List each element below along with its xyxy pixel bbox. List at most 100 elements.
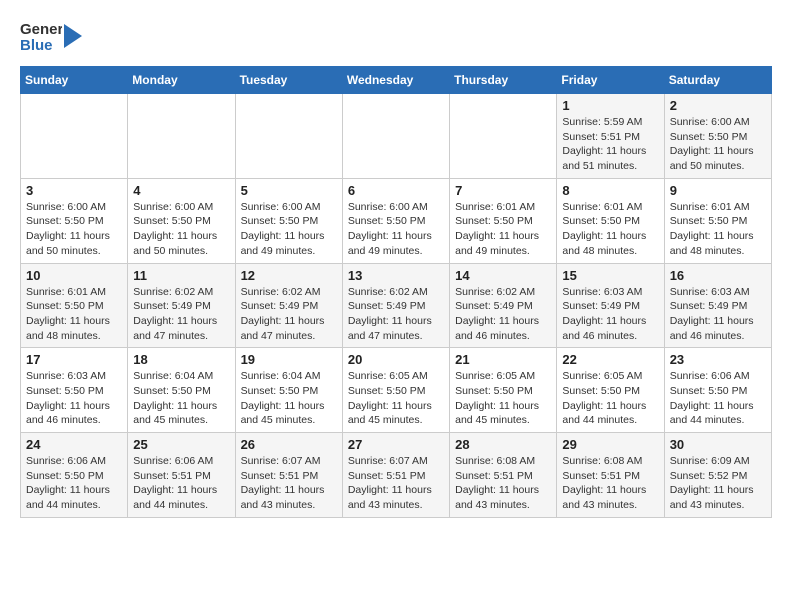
calendar-table: SundayMondayTuesdayWednesdayThursdayFrid… <box>20 66 772 518</box>
day-info: Sunrise: 6:02 AMSunset: 5:49 PMDaylight:… <box>241 285 337 344</box>
calendar-cell: 4 Sunrise: 6:00 AMSunset: 5:50 PMDaylight… <box>128 178 235 263</box>
logo-container: General Blue <box>20 16 82 56</box>
calendar-cell <box>235 94 342 179</box>
day-number: 16 <box>670 268 766 283</box>
day-number: 27 <box>348 437 444 452</box>
day-info: Sunrise: 6:01 AMSunset: 5:50 PMDaylight:… <box>562 200 658 259</box>
day-number: 26 <box>241 437 337 452</box>
day-number: 3 <box>26 183 122 198</box>
header: General Blue <box>20 16 772 56</box>
day-info: Sunrise: 6:06 AMSunset: 5:50 PMDaylight:… <box>26 454 122 513</box>
day-info: Sunrise: 6:01 AMSunset: 5:50 PMDaylight:… <box>26 285 122 344</box>
calendar-cell: 30 Sunrise: 6:09 AMSunset: 5:52 PMDayligh… <box>664 433 771 518</box>
day-number: 12 <box>241 268 337 283</box>
calendar-week-row: 1Sunrise: 5:59 AMSunset: 5:51 PMDaylight… <box>21 94 772 179</box>
calendar-cell: 29Sunrise: 6:08 AMSunset: 5:51 PMDayligh… <box>557 433 664 518</box>
calendar-cell: 18Sunrise: 6:04 AMSunset: 5:50 PMDayligh… <box>128 348 235 433</box>
day-info: Sunrise: 6:02 AMSunset: 5:49 PMDaylight:… <box>133 285 229 344</box>
day-info: Sunrise: 6:01 AMSunset: 5:50 PMDaylight:… <box>455 200 551 259</box>
calendar-cell: 6Sunrise: 6:00 AMSunset: 5:50 PMDaylight… <box>342 178 449 263</box>
day-info: Sunrise: 6:02 AMSunset: 5:49 PMDaylight:… <box>455 285 551 344</box>
day-info: Sunrise: 6:04 AMSunset: 5:50 PMDaylight:… <box>133 369 229 428</box>
calendar-cell: 2Sunrise: 6:00 AMSunset: 5:50 PMDaylight… <box>664 94 771 179</box>
day-number: 11 <box>133 268 229 283</box>
day-number: 4 <box>133 183 229 198</box>
calendar-cell: 20Sunrise: 6:05 AMSunset: 5:50 PMDayligh… <box>342 348 449 433</box>
day-info: Sunrise: 6:02 AMSunset: 5:49 PMDaylight:… <box>348 285 444 344</box>
calendar-week-row: 17 Sunrise: 6:03 AMSunset: 5:50 PMDayligh… <box>21 348 772 433</box>
calendar-cell: 1Sunrise: 5:59 AMSunset: 5:51 PMDaylight… <box>557 94 664 179</box>
day-number: 22 <box>562 352 658 367</box>
day-number: 5 <box>241 183 337 198</box>
calendar-week-row: 3 Sunrise: 6:00 AMSunset: 5:50 PMDaylight… <box>21 178 772 263</box>
calendar-cell: 11 Sunrise: 6:02 AMSunset: 5:49 PMDayligh… <box>128 263 235 348</box>
calendar-cell: 8 Sunrise: 6:01 AMSunset: 5:50 PMDaylight… <box>557 178 664 263</box>
day-info: Sunrise: 6:06 AMSunset: 5:50 PMDaylight:… <box>670 369 766 428</box>
day-number: 19 <box>241 352 337 367</box>
calendar-week-row: 24Sunrise: 6:06 AMSunset: 5:50 PMDayligh… <box>21 433 772 518</box>
day-number: 8 <box>562 183 658 198</box>
logo-arrow-icon <box>64 18 82 54</box>
calendar-cell: 24Sunrise: 6:06 AMSunset: 5:50 PMDayligh… <box>21 433 128 518</box>
day-number: 21 <box>455 352 551 367</box>
calendar-cell: 16 Sunrise: 6:03 AMSunset: 5:49 PMDayligh… <box>664 263 771 348</box>
day-of-week-header: Saturday <box>664 67 771 94</box>
day-info: Sunrise: 6:09 AMSunset: 5:52 PMDaylight:… <box>670 454 766 513</box>
day-info: Sunrise: 6:08 AMSunset: 5:51 PMDaylight:… <box>455 454 551 513</box>
calendar-cell: 21Sunrise: 6:05 AMSunset: 5:50 PMDayligh… <box>450 348 557 433</box>
day-of-week-header: Thursday <box>450 67 557 94</box>
day-number: 10 <box>26 268 122 283</box>
calendar-cell <box>128 94 235 179</box>
logo-svg: General Blue <box>20 16 62 56</box>
day-number: 28 <box>455 437 551 452</box>
calendar-cell <box>450 94 557 179</box>
calendar-cell: 12 Sunrise: 6:02 AMSunset: 5:49 PMDayligh… <box>235 263 342 348</box>
day-number: 13 <box>348 268 444 283</box>
calendar-cell: 17 Sunrise: 6:03 AMSunset: 5:50 PMDayligh… <box>21 348 128 433</box>
day-info: Sunrise: 6:04 AMSunset: 5:50 PMDaylight:… <box>241 369 337 428</box>
calendar-cell: 5 Sunrise: 6:00 AMSunset: 5:50 PMDaylight… <box>235 178 342 263</box>
day-info: Sunrise: 6:00 AMSunset: 5:50 PMDaylight:… <box>241 200 337 259</box>
day-number: 30 <box>670 437 766 452</box>
calendar-week-row: 10 Sunrise: 6:01 AMSunset: 5:50 PMDayligh… <box>21 263 772 348</box>
page: General Blue SundayMondayTuesdayWednesda… <box>0 0 792 534</box>
calendar-cell <box>342 94 449 179</box>
day-number: 15 <box>562 268 658 283</box>
day-info: Sunrise: 6:00 AMSunset: 5:50 PMDaylight:… <box>26 200 122 259</box>
logo-icon: General Blue <box>20 16 62 56</box>
day-info: Sunrise: 6:01 AMSunset: 5:50 PMDaylight:… <box>670 200 766 259</box>
calendar-header-row: SundayMondayTuesdayWednesdayThursdayFrid… <box>21 67 772 94</box>
day-info: Sunrise: 6:00 AMSunset: 5:50 PMDaylight:… <box>133 200 229 259</box>
calendar-cell: 13 Sunrise: 6:02 AMSunset: 5:49 PMDayligh… <box>342 263 449 348</box>
day-number: 23 <box>670 352 766 367</box>
calendar-cell: 7 Sunrise: 6:01 AMSunset: 5:50 PMDaylight… <box>450 178 557 263</box>
day-info: Sunrise: 6:07 AMSunset: 5:51 PMDaylight:… <box>241 454 337 513</box>
day-info: Sunrise: 6:03 AMSunset: 5:49 PMDaylight:… <box>562 285 658 344</box>
day-number: 7 <box>455 183 551 198</box>
calendar-cell: 22 Sunrise: 6:05 AMSunset: 5:50 PMDayligh… <box>557 348 664 433</box>
day-info: Sunrise: 6:00 AMSunset: 5:50 PMDaylight:… <box>348 200 444 259</box>
calendar-cell: 27Sunrise: 6:07 AMSunset: 5:51 PMDayligh… <box>342 433 449 518</box>
logo: General Blue <box>20 16 82 56</box>
day-of-week-header: Friday <box>557 67 664 94</box>
calendar-cell: 10 Sunrise: 6:01 AMSunset: 5:50 PMDayligh… <box>21 263 128 348</box>
calendar-cell: 15 Sunrise: 6:03 AMSunset: 5:49 PMDayligh… <box>557 263 664 348</box>
calendar-cell: 25Sunrise: 6:06 AMSunset: 5:51 PMDayligh… <box>128 433 235 518</box>
calendar-cell: 19 Sunrise: 6:04 AMSunset: 5:50 PMDayligh… <box>235 348 342 433</box>
day-number: 2 <box>670 98 766 113</box>
day-number: 17 <box>26 352 122 367</box>
day-info: Sunrise: 6:03 AMSunset: 5:49 PMDaylight:… <box>670 285 766 344</box>
day-number: 14 <box>455 268 551 283</box>
day-info: Sunrise: 6:06 AMSunset: 5:51 PMDaylight:… <box>133 454 229 513</box>
day-of-week-header: Wednesday <box>342 67 449 94</box>
day-number: 20 <box>348 352 444 367</box>
calendar-cell: 26 Sunrise: 6:07 AMSunset: 5:51 PMDayligh… <box>235 433 342 518</box>
day-number: 1 <box>562 98 658 113</box>
day-of-week-header: Tuesday <box>235 67 342 94</box>
day-info: Sunrise: 6:03 AMSunset: 5:50 PMDaylight:… <box>26 369 122 428</box>
day-info: Sunrise: 6:05 AMSunset: 5:50 PMDaylight:… <box>562 369 658 428</box>
calendar-cell: 3 Sunrise: 6:00 AMSunset: 5:50 PMDaylight… <box>21 178 128 263</box>
calendar-cell: 9Sunrise: 6:01 AMSunset: 5:50 PMDaylight… <box>664 178 771 263</box>
day-of-week-header: Monday <box>128 67 235 94</box>
calendar-cell <box>21 94 128 179</box>
